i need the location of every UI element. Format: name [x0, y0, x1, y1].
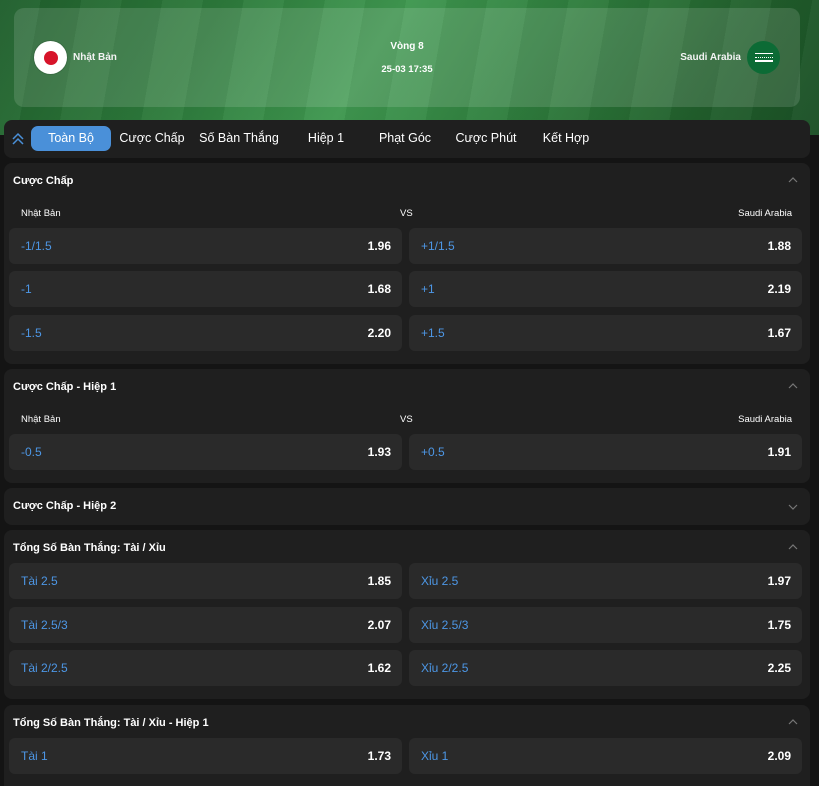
- chevron-up-icon[interactable]: [788, 543, 798, 551]
- handicap-line: -1.5: [21, 326, 42, 340]
- total-line: Xỉu 2.5/3: [421, 618, 469, 632]
- home-team-name: Nhật Bản: [73, 52, 117, 63]
- odds-cell-under[interactable]: Xỉu 2.5 1.97: [409, 563, 802, 599]
- tab-toan-bo[interactable]: Toàn Bộ: [31, 126, 111, 151]
- vs-label: VS: [400, 208, 413, 219]
- odds-value: 1.88: [767, 239, 791, 253]
- odds-cell-away[interactable]: +0.5 1.91: [409, 434, 802, 470]
- section-handicap-h1: Cược Chấp - Hiệp 1 Nhật Bản VS Saudi Ara…: [4, 369, 810, 483]
- odds-value: 1.91: [767, 445, 791, 459]
- odds-value: 2.25: [767, 661, 791, 675]
- section-total-goals: Tổng Số Bàn Thắng: Tài / Xỉu Tài 2.5 1.85…: [4, 530, 810, 699]
- odds-value: 2.19: [767, 282, 791, 296]
- chevron-up-icon[interactable]: [788, 176, 798, 184]
- away-team: Saudi Arabia: [680, 41, 780, 74]
- total-line: Tài 1: [21, 749, 48, 763]
- handicap-line: +1.5: [421, 326, 445, 340]
- section-handicap-h2[interactable]: Cược Chấp - Hiệp 2: [4, 488, 810, 525]
- vs-label: VS: [400, 414, 413, 425]
- odds-value: 2.09: [767, 749, 791, 763]
- odds-value: 1.73: [367, 749, 391, 763]
- total-line: Xỉu 2.5: [421, 574, 459, 588]
- match-header: Nhật Bản Vòng 8 25-03 17:35 Saudi Arabia: [0, 0, 819, 135]
- home-label: Nhật Bản: [21, 208, 61, 219]
- odds-cell-home[interactable]: -1/1.5 1.96: [9, 228, 402, 264]
- total-line: Tài 2/2.5: [21, 661, 68, 675]
- odds-value: 2.07: [367, 618, 391, 632]
- odds-cell-over[interactable]: Tài 2/2.5 1.62: [9, 650, 402, 686]
- odds-cell-home[interactable]: -1 1.68: [9, 271, 402, 307]
- section-title: Cược Chấp: [13, 175, 74, 187]
- tab-so-ban-thang[interactable]: Số Bàn Thắng: [196, 126, 282, 151]
- match-card: Nhật Bản Vòng 8 25-03 17:35 Saudi Arabia: [14, 8, 800, 107]
- odds-value: 1.96: [367, 239, 391, 253]
- odds-cell-over[interactable]: Tài 1 1.73: [9, 738, 402, 774]
- total-line: Xỉu 2/2.5: [421, 661, 469, 675]
- odds-value: 1.93: [367, 445, 391, 459]
- tab-hiep-1[interactable]: Hiệp 1: [299, 126, 353, 151]
- handicap-line: -0.5: [21, 445, 42, 459]
- market-tabs: Toàn Bộ Cược Chấp Số Bàn Thắng Hiệp 1 Ph…: [4, 120, 810, 158]
- section-title: Tổng Số Bàn Thắng: Tài / Xỉu: [13, 542, 166, 554]
- odds-cell-away[interactable]: +1.5 1.67: [409, 315, 802, 351]
- chevron-up-icon[interactable]: [788, 718, 798, 726]
- odds-value: 1.75: [767, 618, 791, 632]
- odds-cell-away[interactable]: +1/1.5 1.88: [409, 228, 802, 264]
- odds-cell-under[interactable]: Xỉu 2/2.5 2.25: [409, 650, 802, 686]
- odds-value: 1.68: [367, 282, 391, 296]
- away-label: Saudi Arabia: [738, 208, 792, 219]
- home-label: Nhật Bản: [21, 414, 61, 425]
- section-title: Tổng Số Bàn Thắng: Tài / Xỉu - Hiệp 1: [13, 717, 209, 729]
- section-title: Cược Chấp - Hiệp 1: [13, 381, 117, 393]
- odds-cell-home[interactable]: -1.5 2.20: [9, 315, 402, 351]
- tab-cuoc-phut[interactable]: Cược Phút: [453, 126, 519, 151]
- odds-value: 1.97: [767, 574, 791, 588]
- away-team-name: Saudi Arabia: [680, 52, 741, 63]
- saudi-flag-icon: [747, 41, 780, 74]
- total-line: Xỉu 1: [421, 749, 449, 763]
- section-total-goals-h1: Tổng Số Bàn Thắng: Tài / Xỉu - Hiệp 1 Tà…: [4, 705, 810, 786]
- odds-cell-over[interactable]: Tài 2.5 1.85: [9, 563, 402, 599]
- odds-value: 1.85: [367, 574, 391, 588]
- tab-ket-hop[interactable]: Kết Hợp: [537, 126, 595, 151]
- section-handicap: Cược Chấp Nhật Bản VS Saudi Arabia -1/1.…: [4, 163, 810, 364]
- chevron-up-icon[interactable]: [788, 382, 798, 390]
- double-chevron-up-icon[interactable]: [11, 130, 25, 148]
- handicap-line: +1: [421, 282, 435, 296]
- chevron-down-icon[interactable]: [788, 503, 798, 511]
- away-label: Saudi Arabia: [738, 414, 792, 425]
- tab-cuoc-chap[interactable]: Cược Chấp: [116, 126, 188, 151]
- odds-cell-under[interactable]: Xỉu 1 2.09: [409, 738, 802, 774]
- odds-cell-under[interactable]: Xỉu 2.5/3 1.75: [409, 607, 802, 643]
- odds-cell-home[interactable]: -0.5 1.93: [9, 434, 402, 470]
- handicap-line: -1/1.5: [21, 239, 52, 253]
- odds-cell-over[interactable]: Tài 2.5/3 2.07: [9, 607, 402, 643]
- odds-cell-away[interactable]: +1 2.19: [409, 271, 802, 307]
- total-line: Tài 2.5: [21, 574, 58, 588]
- tab-phat-goc[interactable]: Phạt Góc: [372, 126, 438, 151]
- handicap-line: +1/1.5: [421, 239, 455, 253]
- handicap-line: -1: [21, 282, 32, 296]
- handicap-line: +0.5: [421, 445, 445, 459]
- odds-value: 1.62: [367, 661, 391, 675]
- section-title: Cược Chấp - Hiệp 2: [13, 500, 117, 512]
- odds-value: 1.67: [767, 326, 791, 340]
- odds-value: 2.20: [367, 326, 391, 340]
- total-line: Tài 2.5/3: [21, 618, 68, 632]
